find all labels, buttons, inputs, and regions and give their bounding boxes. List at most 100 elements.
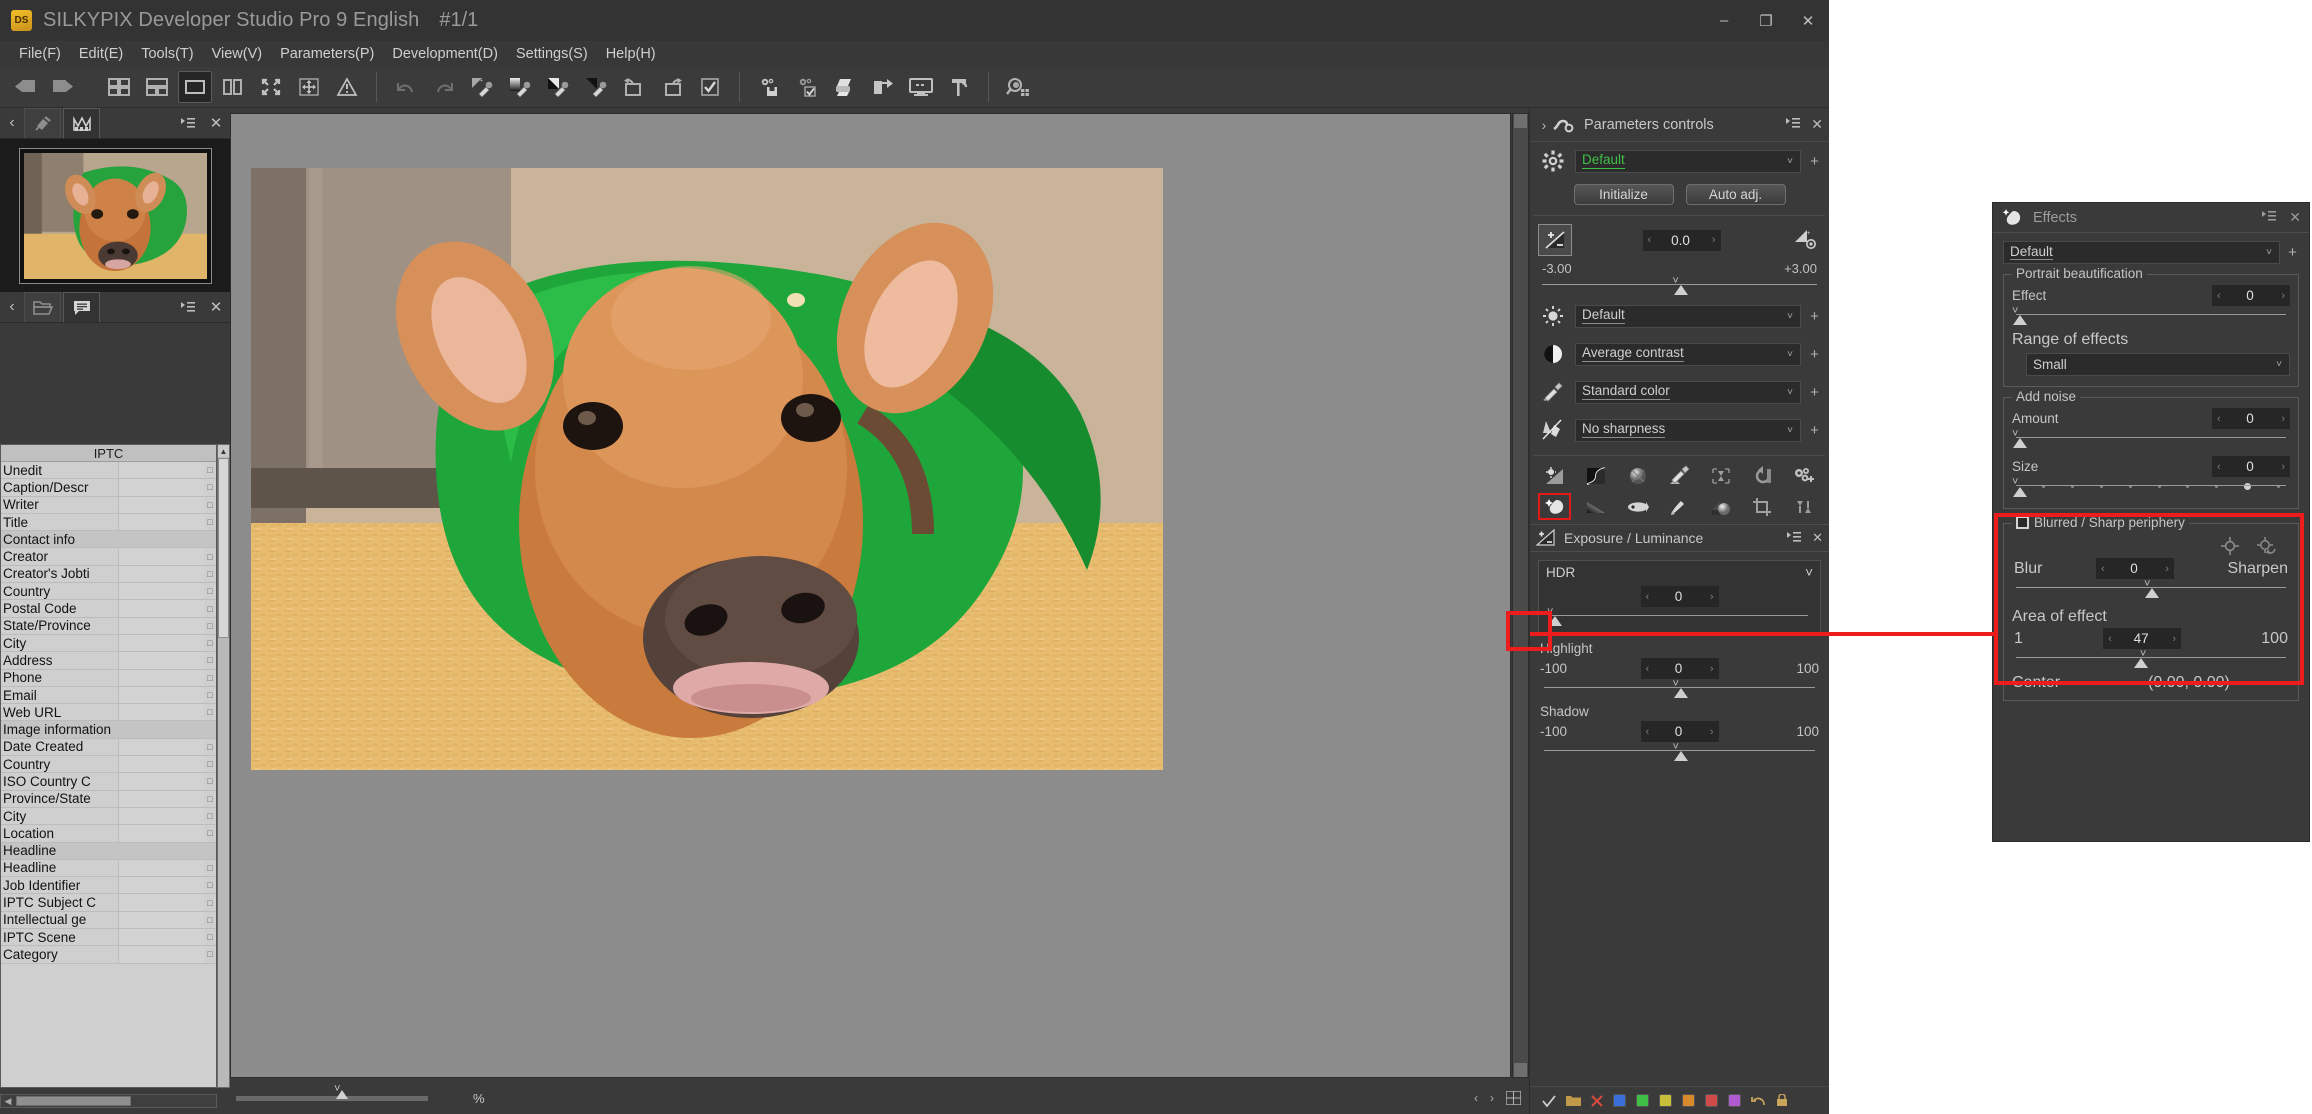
iptc-row-value[interactable]	[118, 669, 204, 686]
reset-center-icon[interactable]	[2256, 536, 2278, 556]
taste-minus-icon[interactable]: +	[465, 71, 499, 103]
undo-icon-2[interactable]	[1751, 1095, 1766, 1107]
iptc-row-value[interactable]	[118, 531, 216, 547]
rotate-right-icon[interactable]	[655, 71, 689, 103]
highlight-slider[interactable]: ˅	[1540, 678, 1819, 698]
iptc-row-value[interactable]	[118, 843, 216, 859]
iptc-row-value[interactable]	[118, 773, 204, 790]
prev-arrow-icon[interactable]: ‹	[1474, 1091, 1478, 1105]
image-canvas[interactable]	[230, 113, 1511, 1078]
scroll-thumb[interactable]	[218, 458, 229, 638]
iptc-row[interactable]: Job Identifier □	[1, 877, 216, 895]
iptc-row[interactable]: Category □	[1, 946, 216, 964]
iptc-row-value[interactable]	[118, 929, 204, 946]
shadow-spinner[interactable]: ‹ 0 ›	[1640, 721, 1719, 742]
color-swatch-yellow[interactable]	[1659, 1094, 1672, 1107]
color-adjust-icon[interactable]	[1663, 462, 1696, 489]
center-target-icon[interactable]	[2220, 536, 2240, 556]
single-view-icon[interactable]	[178, 71, 212, 103]
highlight-slider-thumb[interactable]	[1673, 688, 1688, 698]
iptc-row[interactable]: Country □	[1, 583, 216, 601]
thumbnail-detail-icon[interactable]	[140, 71, 174, 103]
color-swatch-blue[interactable]	[1613, 1094, 1626, 1107]
calf-in-green-blanket-photo[interactable]	[251, 168, 1163, 770]
menu-edit[interactable]: Edit(E)	[70, 42, 132, 66]
tab-folder[interactable]	[24, 292, 61, 322]
tab-metadata[interactable]	[63, 292, 100, 322]
tone-curve-icon[interactable]	[1580, 462, 1613, 489]
hdr-increment-icon[interactable]: ›	[1710, 591, 1714, 603]
iptc-row[interactable]: IPTC Subject C □	[1, 894, 216, 912]
clarity-icon[interactable]	[1705, 493, 1738, 520]
fit-screen-icon[interactable]	[292, 71, 326, 103]
hdr-combo[interactable]: HDR ˅	[1539, 561, 1820, 583]
add-white-balance-button[interactable]: +	[1808, 308, 1821, 325]
menu-parameters[interactable]: Parameters(P)	[271, 42, 383, 66]
panel-menu-icon[interactable]	[178, 112, 198, 134]
exposure-slider-thumb[interactable]	[1673, 285, 1688, 295]
iptc-row-value[interactable]	[118, 600, 204, 617]
check-icon[interactable]	[1542, 1094, 1556, 1107]
blur-increment-icon[interactable]: ›	[2165, 563, 2169, 575]
warning-icon[interactable]	[330, 71, 364, 103]
noise-size-increment-icon[interactable]: ›	[2281, 461, 2285, 473]
grid-overlay-icon[interactable]	[1506, 1091, 1521, 1105]
iptc-row-value[interactable]	[118, 652, 204, 669]
lock-icon[interactable]	[1776, 1094, 1788, 1107]
exposure-slider[interactable]: ˅	[1538, 275, 1821, 295]
add-contrast-button[interactable]: +	[1808, 346, 1821, 363]
scroll-up-button[interactable]	[1514, 114, 1527, 128]
iptc-row[interactable]: IPTC Scene □	[1, 929, 216, 947]
rotate-flip-icon[interactable]	[1788, 493, 1821, 520]
search-thumbnail-icon[interactable]	[1001, 71, 1035, 103]
color-combo[interactable]: Standard color ˅	[1575, 380, 1801, 404]
iptc-row[interactable]: Contact info	[1, 531, 216, 549]
iptc-row-value[interactable]	[118, 565, 204, 583]
hdr-spinner[interactable]: ‹ 0 ›	[1640, 586, 1719, 607]
iptc-row-value[interactable]	[118, 686, 204, 704]
range-of-effects-combo[interactable]: Small ˅	[2026, 353, 2290, 376]
add-effects-taste-button[interactable]: +	[2286, 244, 2299, 261]
iptc-row-value[interactable]	[118, 496, 204, 513]
crop-icon[interactable]	[1746, 493, 1779, 520]
menu-settings[interactable]: Settings(S)	[507, 42, 597, 66]
blur-slider-thumb[interactable]	[2145, 588, 2160, 598]
iptc-row[interactable]: Province/State □	[1, 790, 216, 808]
scroll-left-icon[interactable]: ◀	[1, 1096, 15, 1107]
dodge-burn-icon[interactable]	[1663, 493, 1696, 520]
noise-size-slider[interactable]: ˅	[2012, 476, 2290, 498]
iptc-row[interactable]: Web URL □	[1, 704, 216, 722]
periphery-checkbox[interactable]	[2016, 516, 2029, 529]
iptc-row-value[interactable]	[118, 704, 204, 721]
iptc-row-value[interactable]	[118, 859, 204, 877]
iptc-row[interactable]: Title □	[1, 513, 216, 532]
maximize-button[interactable]: ❐	[1745, 0, 1787, 41]
portrait-effect-increment-icon[interactable]: ›	[2281, 290, 2285, 302]
iptc-row-value[interactable]	[118, 825, 204, 842]
close-icon-2[interactable]: ✕	[206, 296, 226, 318]
iptc-row[interactable]: Address □	[1, 652, 216, 670]
portrait-effect-slider[interactable]: ˅	[2012, 305, 2290, 325]
black-white-taste-icon[interactable]	[541, 71, 575, 103]
iptc-row-value[interactable]	[118, 721, 216, 737]
white-balance-ball-icon[interactable]	[1621, 462, 1654, 489]
hscroll-thumb[interactable]	[16, 1096, 131, 1106]
blur-spinner[interactable]: ‹ 0 ›	[2095, 558, 2174, 579]
iptc-row[interactable]: Intellectual ge □	[1, 911, 216, 930]
menu-development[interactable]: Development(D)	[383, 42, 507, 66]
sharpness-combo[interactable]: No sharpness ˅	[1575, 418, 1801, 442]
next-image-icon[interactable]	[46, 71, 80, 103]
taste-copy-icon[interactable]	[579, 71, 613, 103]
color-swatch-green[interactable]	[1636, 1094, 1649, 1107]
exposure-spinner[interactable]: ‹ 0.0 ›	[1642, 229, 1721, 251]
noise-size-slider-thumb[interactable]	[2013, 487, 2027, 497]
exposure-luminance-icon[interactable]	[1538, 462, 1571, 489]
noise-amount-slider[interactable]: ˅	[2012, 428, 2290, 448]
iptc-row[interactable]: Creator's Jobti □	[1, 565, 216, 584]
panel-menu-icon-3[interactable]	[1785, 116, 1801, 133]
panel-menu-icon-2[interactable]	[178, 296, 198, 318]
area-increment-icon[interactable]: ›	[2172, 633, 2176, 645]
iptc-row[interactable]: Headline	[1, 842, 216, 860]
auto-adj-button[interactable]: Auto adj.	[1685, 184, 1786, 205]
iptc-row-value[interactable]	[118, 479, 204, 496]
